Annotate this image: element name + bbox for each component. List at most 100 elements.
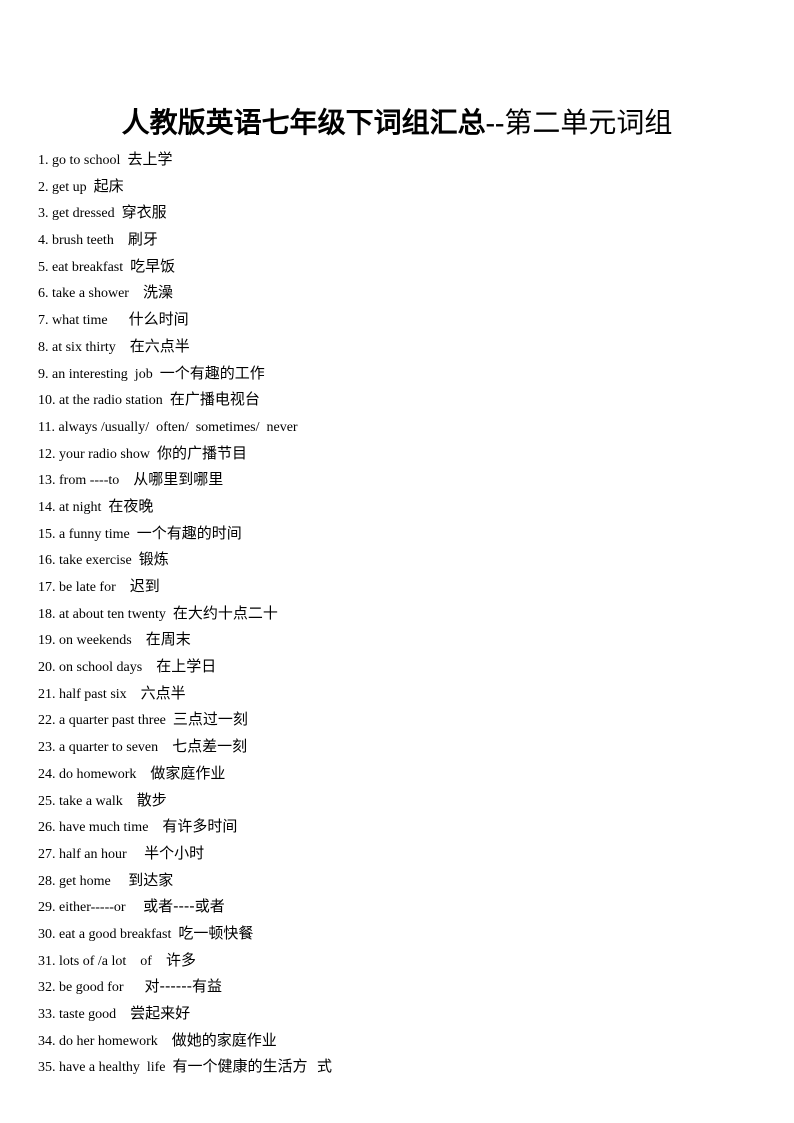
phrase-chinese: 一个有趣的时间 — [136, 523, 242, 542]
phrase-chinese: 六点半 — [140, 683, 186, 702]
phrase-chinese: 在周末 — [145, 630, 191, 649]
phrase-chinese: 在夜晚 — [108, 496, 154, 515]
phrase-chinese: 许多 — [165, 950, 196, 969]
phrase-chinese: 半个小时 — [144, 843, 205, 862]
phrase-list: 1. go to school 去上学 2. get up 起床 3. get dr… — [38, 146, 332, 1080]
phrase-chinese: 到达家 — [128, 870, 174, 889]
phrase-chinese: 起床 — [93, 176, 124, 195]
phrase-item: 27. half an hour 半个小时 — [38, 840, 332, 867]
phrase-item: 24. do homework 做家庭作业 — [38, 760, 332, 787]
phrase-item: 20. on school days 在上学日 — [38, 653, 332, 680]
phrase-english: 7. what time — [38, 313, 129, 329]
phrase-chinese: 在大约十点二十 — [172, 603, 278, 622]
phrase-item: 30. eat a good breakfast 吃一顿快餐 — [38, 920, 332, 947]
phrase-english: 32. be good for — [38, 980, 145, 996]
title-bold-part: 人教版英语七年级下词组汇总-- — [121, 108, 505, 139]
phrase-chinese: 从哪里到哪里 — [133, 470, 224, 489]
phrase-english: 28. get home — [38, 873, 129, 889]
phrase-item: 6. take a shower 洗澡 — [38, 279, 332, 306]
phrase-english: 14. at night — [38, 499, 109, 515]
phrase-item: 10. at the radio station 在广播电视台 — [38, 386, 332, 413]
phrase-chinese: 对------有益 — [144, 977, 223, 996]
phrase-english: 15. a funny time — [38, 526, 137, 542]
phrase-chinese: 有许多时间 — [162, 817, 238, 836]
phrase-item: 26. have much time 有许多时间 — [38, 813, 332, 840]
phrase-chinese: 什么时间 — [128, 310, 189, 329]
phrase-english: 1. go to school — [38, 153, 128, 168]
phrase-item: 7. what time 什么时间 — [38, 306, 332, 333]
phrase-item: 29. either-----or 或者----或者 — [38, 893, 332, 920]
phrase-item: 4. brush teeth 刷牙 — [38, 226, 332, 253]
phrase-english: 27. half an hour — [38, 846, 145, 862]
phrase-item: 17. be late for 迟到 — [38, 573, 332, 600]
phrase-chinese: 尝起来好 — [130, 1004, 191, 1022]
phrase-item: 19. on weekends 在周末 — [38, 626, 332, 653]
phrase-item: 8. at six thirty 在六点半 — [38, 333, 332, 360]
phrase-english: 3. get dressed — [38, 206, 122, 222]
phrase-item: 1. go to school 去上学 — [38, 146, 332, 173]
phrase-english: 8. at six thirty — [38, 339, 130, 355]
phrase-chinese: 穿衣服 — [121, 203, 167, 222]
phrase-chinese: 锻炼 — [138, 550, 169, 569]
phrase-item: 21. half past six 六点半 — [38, 680, 332, 707]
phrase-english: 29. either-----or — [38, 900, 144, 916]
phrase-chinese: 洗澡 — [142, 283, 173, 302]
phrase-english: 30. eat a good breakfast — [38, 926, 179, 942]
phrase-chinese: 在广播电视台 — [169, 390, 260, 409]
phrase-english: 5. eat breakfast — [38, 259, 131, 275]
phrase-item: 16. take exercise 锻炼 — [38, 546, 332, 573]
phrase-english: 17. be late for — [38, 580, 130, 595]
phrase-item: 14. at night 在夜晚 — [38, 493, 332, 520]
page-title: 人教版英语七年级下词组汇总--第二单元词组 — [0, 104, 794, 144]
phrase-item: 35. have a healthy life 有一个健康的生活方 式 — [38, 1053, 332, 1080]
phrase-english: 13. from ----to — [38, 473, 134, 489]
phrase-chinese: 做她的家庭作业 — [171, 1030, 277, 1049]
phrase-chinese: 散步 — [136, 790, 167, 809]
phrase-item: 11. always /usually/ often/ sometimes/ n… — [38, 413, 332, 440]
phrase-item: 34. do her homework 做她的家庭作业 — [38, 1027, 332, 1054]
phrase-item: 32. be good for 对------有益 — [38, 973, 332, 1000]
phrase-chinese: 吃早饭 — [130, 256, 176, 275]
phrase-english: 6. take a shower — [38, 286, 143, 302]
phrase-chinese: 吃一顿快餐 — [178, 923, 254, 942]
phrase-chinese: 一个有趣的工作 — [159, 363, 265, 382]
phrase-english: 33. taste good — [38, 1007, 131, 1022]
phrase-item: 33. taste good 尝起来好 — [38, 1000, 332, 1027]
phrase-english: 26. have much time — [38, 820, 163, 836]
phrase-chinese: 有一个健康的生活方 式 — [172, 1057, 333, 1076]
phrase-chinese: 刷牙 — [127, 230, 158, 249]
phrase-english: 20. on school days — [38, 660, 157, 676]
phrase-english: 21. half past six — [38, 686, 141, 702]
phrase-chinese: 你的广播节目 — [157, 443, 248, 462]
phrase-item: 3. get dressed 穿衣服 — [38, 199, 332, 226]
phrase-chinese: 七点差一刻 — [172, 737, 248, 756]
phrase-english: 18. at about ten twenty — [38, 606, 173, 622]
phrase-item: 23. a quarter to seven 七点差一刻 — [38, 733, 332, 760]
title-normal-part: 第二单元词组 — [504, 108, 673, 139]
phrase-item: 15. a funny time 一个有趣的时间 — [38, 520, 332, 547]
phrase-item: 2. get up 起床 — [38, 173, 332, 200]
phrase-chinese: 三点过一刻 — [172, 710, 248, 729]
phrase-english: 24. do homework — [38, 766, 151, 782]
phrase-item: 28. get home 到达家 — [38, 867, 332, 894]
phrase-chinese: 做家庭作业 — [150, 763, 226, 782]
phrase-english: 35. have a healthy life — [38, 1060, 173, 1076]
phrase-english: 4. brush teeth — [38, 233, 128, 249]
phrase-english: 11. always /usually/ often/ sometimes/ n… — [38, 419, 298, 435]
phrase-english: 2. get up — [38, 179, 94, 195]
phrase-chinese: 去上学 — [127, 150, 173, 168]
phrase-item: 13. from ----to 从哪里到哪里 — [38, 466, 332, 493]
phrase-item: 22. a quarter past three 三点过一刻 — [38, 706, 332, 733]
phrase-english: 9. an interesting job — [38, 366, 160, 382]
phrase-english: 10. at the radio station — [38, 393, 170, 409]
phrase-english: 23. a quarter to seven — [38, 740, 173, 756]
phrase-item: 9. an interesting job 一个有趣的工作 — [38, 360, 332, 387]
phrase-english: 25. take a walk — [38, 793, 137, 809]
phrase-chinese: 在上学日 — [156, 657, 217, 676]
phrase-english: 19. on weekends — [38, 633, 146, 649]
phrase-item: 5. eat breakfast 吃早饭 — [38, 253, 332, 280]
phrase-item: 25. take a walk 散步 — [38, 787, 332, 814]
phrase-english: 12. your radio show — [38, 446, 157, 462]
phrase-chinese: 或者----或者 — [143, 897, 225, 916]
phrase-item: 18. at about ten twenty 在大约十点二十 — [38, 600, 332, 627]
